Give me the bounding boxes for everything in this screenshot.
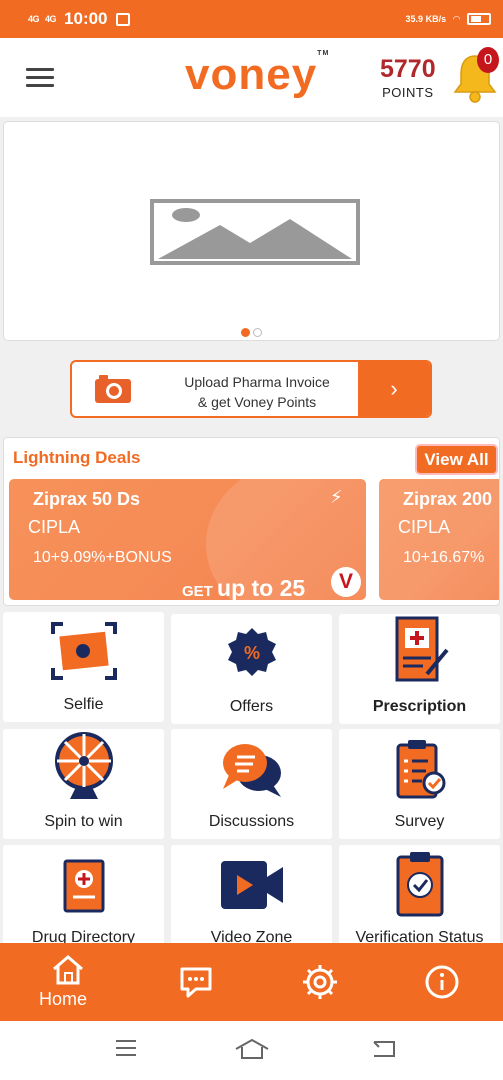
- discussions-icon: [222, 744, 281, 797]
- tile-label: Survey: [394, 813, 445, 830]
- upload-invoice-text: Upload Pharma Invoice & get Voney Points: [184, 374, 330, 410]
- tile-drug-directory[interactable]: Drug Directory: [3, 845, 164, 955]
- wifi-icon: ◠: [453, 13, 460, 24]
- lightning-icon: ⚡: [330, 487, 343, 507]
- spin-wheel-icon: [54, 732, 113, 799]
- camera-icon: [95, 375, 131, 403]
- recents-icon[interactable]: [114, 1038, 138, 1058]
- lightning-deals-section: Lightning Deals View All Ziprax 50 Ds CI…: [3, 437, 500, 606]
- promo-banner[interactable]: [3, 121, 500, 341]
- tile-offers[interactable]: % Offers: [171, 614, 332, 724]
- home-system-icon[interactable]: [234, 1038, 270, 1060]
- deal-reward: GET up to 25: [182, 575, 306, 600]
- view-all-button[interactable]: View All: [417, 446, 496, 473]
- voney-logo: voneyTM: [185, 50, 330, 99]
- deal-company: CIPLA: [398, 517, 451, 537]
- banner-dot-2[interactable]: [253, 328, 262, 337]
- section-title: Lightning Deals: [13, 448, 141, 467]
- bottom-nav: Home: [0, 943, 503, 1021]
- tile-discussions[interactable]: Discussions: [171, 729, 332, 839]
- selfie-icon: [50, 622, 117, 680]
- banner-pagination: [241, 328, 262, 337]
- info-icon: [425, 965, 459, 999]
- menu-icon[interactable]: [26, 68, 54, 88]
- offers-icon: %: [227, 628, 276, 676]
- tile-label: Selfie: [63, 696, 104, 713]
- tile-label: Offers: [229, 698, 274, 715]
- banner-dot-1[interactable]: [241, 328, 250, 337]
- voney-coin-icon: V: [331, 567, 361, 597]
- nav-info[interactable]: [418, 943, 472, 1021]
- tile-label: Spin to win: [44, 813, 123, 830]
- points-display[interactable]: 5770 POINTS: [380, 56, 436, 100]
- battery-icon: [467, 13, 491, 25]
- verification-icon: [396, 852, 443, 917]
- notification-badge: 0: [477, 47, 499, 73]
- prescription-icon: [395, 616, 449, 682]
- points-label: POINTS: [382, 85, 434, 100]
- deal-name: Ziprax 200: [403, 489, 493, 509]
- nav-chat[interactable]: [170, 943, 224, 1021]
- status-time: 10:00: [64, 9, 108, 28]
- status-bar: 4G 4G 10:00 35.9 KB/s ◠: [0, 0, 503, 38]
- message-icon: [115, 12, 130, 26]
- points-value: 5770: [380, 55, 436, 83]
- app-header: voneyTM 5770 POINTS 0: [0, 38, 503, 117]
- video-icon: [220, 861, 283, 909]
- tile-verification-status[interactable]: Verification Status: [339, 845, 500, 955]
- deal-card[interactable]: Ziprax 50 Ds CIPLA 10+9.09%+BONUS ⚡ GET …: [9, 479, 366, 600]
- nav-home-label: Home: [39, 989, 88, 1009]
- tile-prescription[interactable]: Prescription: [339, 614, 500, 724]
- tile-spin-to-win[interactable]: Spin to win: [3, 729, 164, 839]
- back-icon[interactable]: [370, 1038, 398, 1060]
- image-placeholder-icon: [150, 199, 360, 265]
- gear-icon: [303, 965, 337, 999]
- tile-selfie[interactable]: Selfie: [3, 612, 164, 722]
- upload-invoice-button[interactable]: Upload Pharma Invoice & get Voney Points…: [70, 360, 432, 418]
- chevron-right-icon: ›: [358, 362, 430, 416]
- tile-label: Prescription: [372, 698, 467, 715]
- home-icon: [53, 955, 83, 985]
- tile-label: Discussions: [208, 813, 295, 830]
- deal-offer: 10+16.67%: [403, 549, 485, 566]
- network-indicator-1: 4G: [28, 14, 40, 24]
- nav-settings[interactable]: [295, 943, 349, 1021]
- net-speed: 35.9 KB/s: [405, 14, 447, 24]
- deal-offer: 10+9.09%+BONUS: [33, 549, 172, 566]
- svg-text:%: %: [243, 643, 259, 663]
- deal-name: Ziprax 50 Ds: [33, 489, 141, 509]
- deal-company: CIPLA: [28, 517, 81, 537]
- tile-video-zone[interactable]: Video Zone: [171, 845, 332, 955]
- system-nav-bar: [0, 1021, 503, 1080]
- tile-survey[interactable]: Survey: [339, 729, 500, 839]
- survey-icon: [396, 740, 445, 799]
- network-indicator-2: 4G: [45, 14, 57, 24]
- drug-directory-icon: [63, 859, 104, 913]
- deal-card[interactable]: Ziprax 200 CIPLA 10+16.67%: [379, 479, 499, 600]
- chat-icon: [180, 967, 212, 998]
